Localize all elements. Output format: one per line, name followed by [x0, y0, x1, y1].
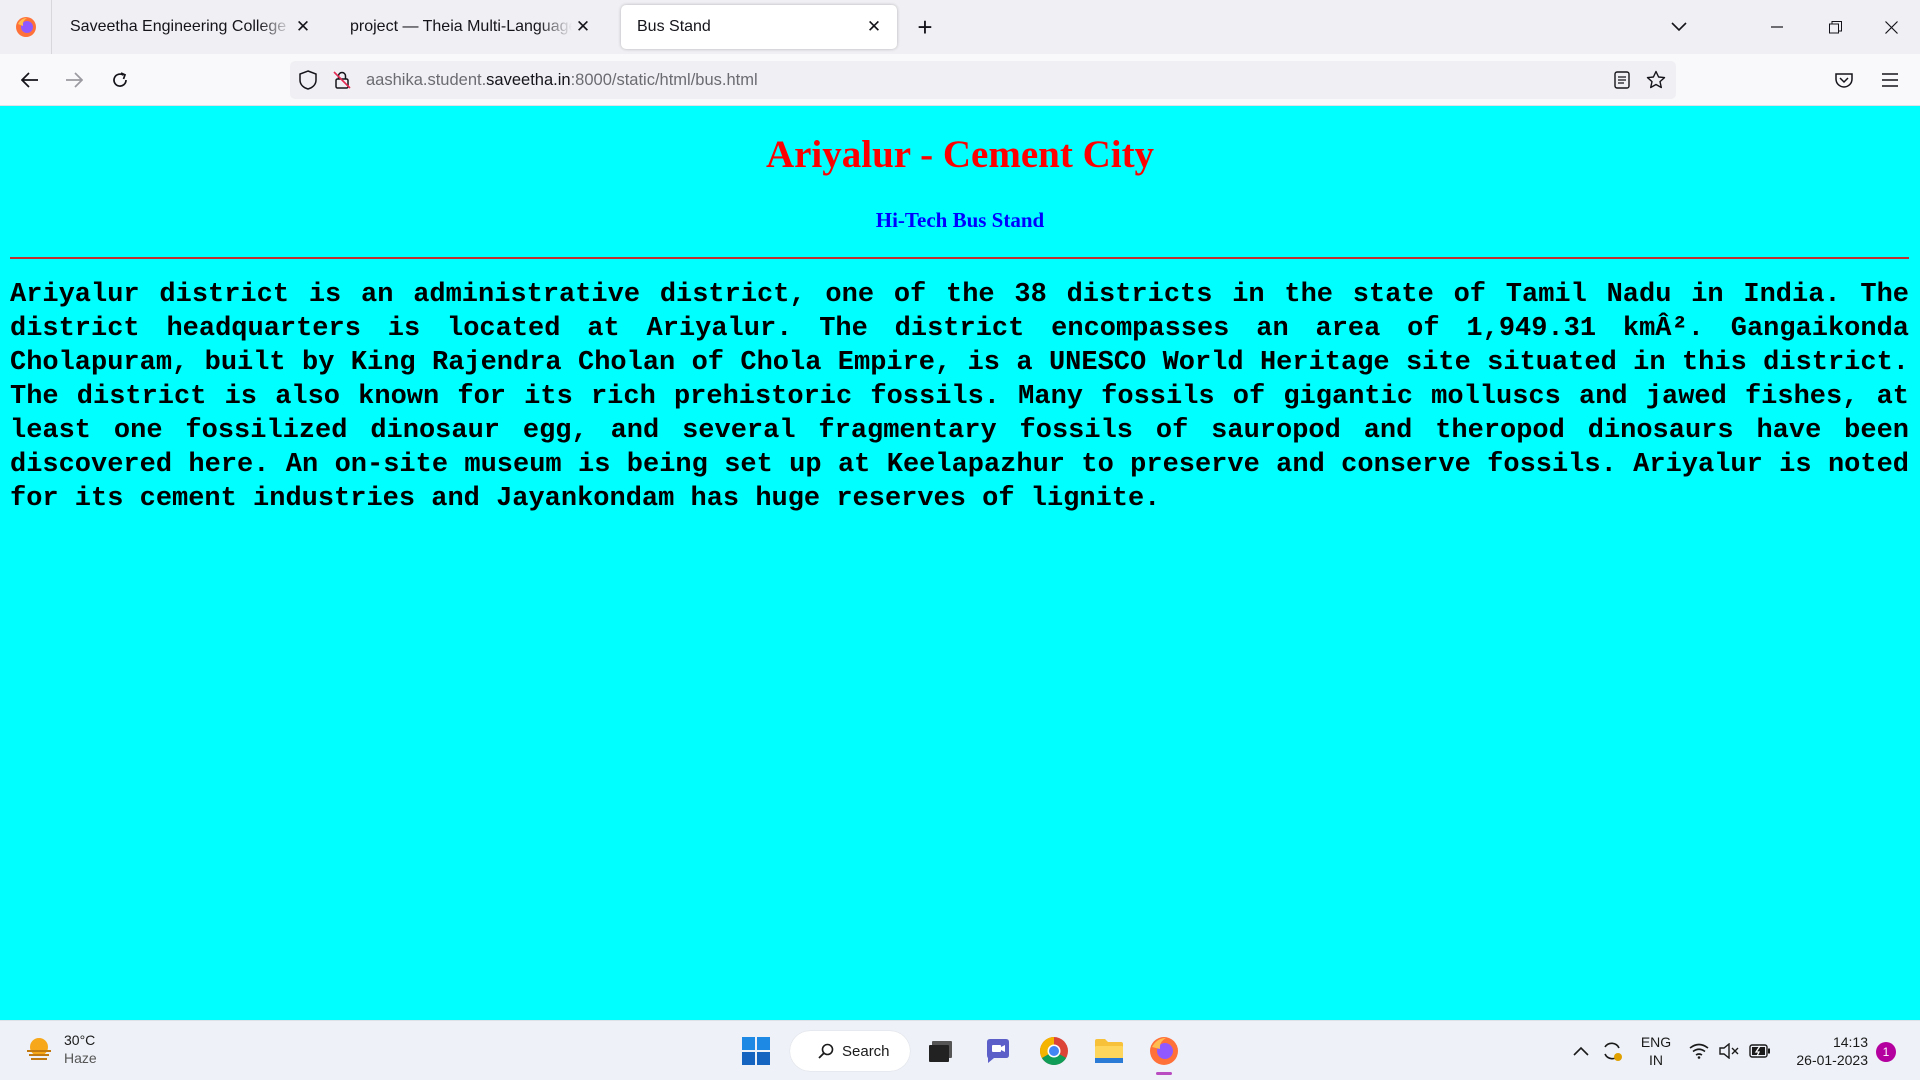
- language-code: ENG: [1640, 1034, 1672, 1050]
- tab-saveetha[interactable]: Saveetha Engineering College ✕: [54, 5, 326, 49]
- app-menu-button[interactable]: [1874, 64, 1906, 96]
- address-bar[interactable]: aashika.student.saveetha.in:8000/static/…: [290, 61, 1676, 99]
- web-page-content: Ariyalur - Cement City Hi-Tech Bus Stand…: [0, 106, 1920, 1020]
- url-host: saveetha.in: [486, 71, 571, 89]
- restore-icon: [1828, 20, 1842, 33]
- firefox-icon: [1150, 1037, 1178, 1065]
- url-text[interactable]: aashika.student.saveetha.in:8000/static/…: [366, 71, 758, 90]
- search-icon: [818, 1043, 834, 1059]
- region-code: IN: [1649, 1052, 1663, 1068]
- close-window-button[interactable]: [1868, 0, 1914, 54]
- chevron-up-icon: [1573, 1046, 1589, 1056]
- task-view-icon: [929, 1041, 952, 1062]
- bookmark-star-icon[interactable]: [1646, 70, 1666, 90]
- folder-icon: [1095, 1039, 1123, 1063]
- page-title: Ariyalur - Cement City: [765, 133, 1155, 176]
- notification-count-badge[interactable]: 1: [1876, 1042, 1896, 1062]
- tab-label: Bus Stand: [637, 18, 711, 35]
- minimize-icon: [1771, 26, 1783, 28]
- forward-button[interactable]: [58, 64, 90, 96]
- volume-muted-icon: [1719, 1043, 1739, 1059]
- tab-bus-stand[interactable]: Bus Stand ✕: [621, 5, 897, 49]
- windows-logo-icon: [742, 1037, 770, 1065]
- tab-theia-project[interactable]: project — Theia Multi-Language Example ✕: [334, 5, 606, 49]
- chrome-icon: [1040, 1037, 1068, 1065]
- weather-widget[interactable]: 30°C Haze: [24, 1031, 97, 1067]
- list-all-tabs-button[interactable]: [1664, 12, 1694, 42]
- show-hidden-icons-button[interactable]: [1568, 1021, 1594, 1080]
- battery-charging-icon: [1749, 1044, 1770, 1058]
- task-view-button[interactable]: [921, 1031, 961, 1071]
- windows-taskbar: 30°C Haze Search ENG IN 14:13 26-01-2023…: [0, 1020, 1920, 1080]
- firefox-view-button[interactable]: [0, 0, 52, 54]
- pocket-icon: [1835, 73, 1853, 88]
- file-explorer-taskbar-button[interactable]: [1089, 1031, 1129, 1071]
- active-app-indicator: [1156, 1072, 1172, 1075]
- firefox-logo-icon: [15, 17, 36, 37]
- sync-tray-button[interactable]: [1598, 1021, 1626, 1080]
- input-language-indicator[interactable]: ENG IN: [1636, 1033, 1676, 1069]
- tab-strip: Saveetha Engineering College ✕ project —…: [0, 0, 1920, 54]
- new-tab-button[interactable]: +: [912, 12, 938, 42]
- horizontal-rule: [10, 257, 1909, 259]
- navigation-toolbar: aashika.student.saveetha.in:8000/static/…: [0, 54, 1920, 106]
- hamburger-menu-icon: [1882, 73, 1898, 87]
- tab-label: Saveetha Engineering College: [70, 18, 287, 35]
- arrow-left-icon: [21, 72, 38, 88]
- chrome-taskbar-button[interactable]: [1034, 1031, 1074, 1071]
- network-tray-button[interactable]: [1686, 1021, 1712, 1080]
- teams-chat-button[interactable]: [978, 1031, 1018, 1071]
- close-tab-icon[interactable]: ✕: [863, 16, 885, 38]
- insecure-lock-icon[interactable]: [332, 70, 352, 90]
- sync-icon: [1604, 1042, 1622, 1061]
- tab-label: project — Theia Multi-Language Example: [350, 18, 572, 35]
- url-prefix: aashika.student.: [366, 71, 487, 89]
- chat-icon: [987, 1039, 1009, 1063]
- weather-temperature: 30°C: [64, 1032, 96, 1048]
- close-icon: [1884, 20, 1898, 34]
- search-label: Search: [842, 1042, 890, 1060]
- reader-view-icon[interactable]: [1612, 70, 1632, 90]
- close-tab-icon[interactable]: ✕: [292, 16, 314, 38]
- volume-tray-button[interactable]: [1716, 1021, 1742, 1080]
- reload-button[interactable]: [104, 64, 136, 96]
- wifi-icon: [1689, 1043, 1709, 1059]
- clock-date: 26-01-2023: [1796, 1052, 1868, 1068]
- chevron-down-icon: [1671, 22, 1687, 32]
- taskbar-search-box[interactable]: Search: [790, 1031, 910, 1071]
- minimize-window-button[interactable]: [1754, 0, 1800, 54]
- start-button[interactable]: [736, 1031, 776, 1071]
- pocket-button[interactable]: [1828, 64, 1860, 96]
- battery-tray-button[interactable]: [1746, 1021, 1774, 1080]
- url-suffix: :8000/static/html/bus.html: [570, 71, 758, 89]
- restore-window-button[interactable]: [1812, 0, 1858, 54]
- taskbar-clock[interactable]: 14:13 26-01-2023: [1788, 1033, 1868, 1069]
- district-description-paragraph: Ariyalur district is an administrative d…: [10, 280, 1909, 514]
- weather-condition: Haze: [64, 1050, 97, 1066]
- arrow-right-icon: [66, 72, 83, 88]
- clock-time: 14:13: [1832, 1034, 1868, 1050]
- shield-icon[interactable]: [298, 70, 318, 90]
- close-tab-icon[interactable]: ✕: [572, 16, 594, 38]
- back-button[interactable]: [14, 64, 46, 96]
- firefox-taskbar-button[interactable]: [1144, 1031, 1184, 1071]
- haze-sun-icon: [27, 1038, 51, 1060]
- page-subtitle: Hi-Tech Bus Stand: [875, 208, 1045, 232]
- reload-icon: [113, 72, 127, 87]
